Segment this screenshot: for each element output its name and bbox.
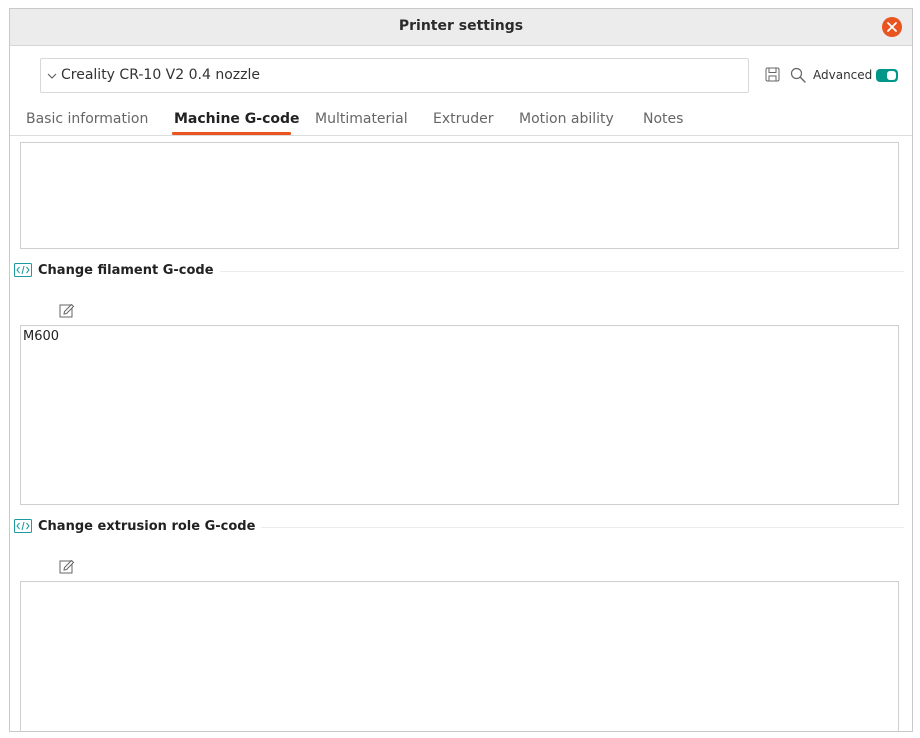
active-tab-indicator: [172, 132, 291, 135]
preset-dropdown[interactable]: Creality CR-10 V2 0.4 nozzle: [40, 58, 749, 93]
code-icon: [14, 519, 32, 533]
change-filament-gcode-textarea[interactable]: M600: [20, 325, 899, 505]
toggle-knob: [887, 71, 896, 80]
section-title: Change filament G-code: [38, 263, 220, 278]
close-button[interactable]: [882, 17, 902, 37]
tab-extruder[interactable]: Extruder: [433, 111, 494, 127]
printer-settings-dialog: Printer settings Creality CR-10 V2 0.4 n…: [9, 8, 913, 732]
title-bar: Printer settings: [10, 9, 912, 46]
tab-basic-information[interactable]: Basic information: [26, 111, 148, 127]
chevron-down-icon: [47, 73, 57, 79]
change-extrusion-role-gcode-textarea[interactable]: [20, 581, 899, 731]
edit-icon[interactable]: [59, 303, 75, 319]
save-icon[interactable]: [765, 67, 780, 82]
tab-machine-gcode[interactable]: Machine G-code: [174, 111, 300, 127]
gcode-settings-panel: Change filament G-code M600 Change extru…: [10, 136, 912, 731]
advanced-toggle[interactable]: [876, 69, 898, 82]
dialog-title: Printer settings: [398, 18, 524, 34]
change-extrusion-role-gcode-header: Change extrusion role G-code: [14, 518, 904, 538]
search-icon[interactable]: [790, 67, 806, 83]
advanced-label: Advanced: [813, 68, 873, 82]
tab-bar: Basic information Machine G-code Multima…: [10, 105, 912, 136]
tab-notes[interactable]: Notes: [643, 111, 683, 127]
change-filament-gcode-header: Change filament G-code: [14, 262, 904, 282]
tab-multimaterial[interactable]: Multimaterial: [315, 111, 408, 127]
change-filament-gcode-text: M600: [23, 329, 60, 344]
close-icon: [887, 22, 897, 32]
edit-icon[interactable]: [59, 559, 75, 575]
code-icon: [14, 263, 32, 277]
preset-name: Creality CR-10 V2 0.4 nozzle: [61, 67, 260, 83]
tab-motion-ability[interactable]: Motion ability: [519, 111, 614, 127]
section-title: Change extrusion role G-code: [38, 519, 262, 534]
previous-gcode-textarea[interactable]: [20, 142, 899, 249]
